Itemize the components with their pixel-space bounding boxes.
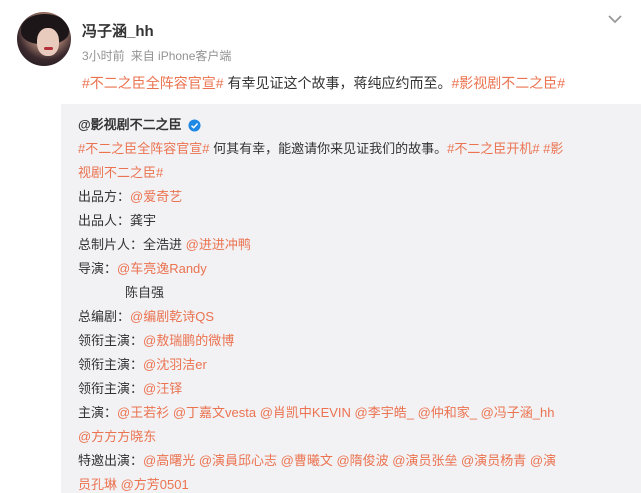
hashtag-link[interactable]: #影 <box>540 141 563 156</box>
credit-line: 导演：@车亮逸Randy <box>78 257 634 281</box>
credit-line: 出品方：@爱奇艺 <box>78 185 634 209</box>
guest-label: 特邀出演： <box>78 453 144 468</box>
mention-link[interactable]: @沈羽洁er <box>143 357 207 372</box>
mention-link[interactable]: @敖瑞鹏的微博 <box>143 333 234 348</box>
credit-label: 出品方： <box>78 189 131 204</box>
credit-label: 领衔主演： <box>78 357 144 372</box>
guest-line: 特邀出演：@高曙光 @演員邱心志 @曹曦文 @隋俊波 @演员张垒 @演员杨青 @… <box>78 449 634 473</box>
credit-plain: 陈自强 <box>125 285 165 300</box>
post-source[interactable]: 来自 iPhone客户端 <box>131 49 232 63</box>
post-time[interactable]: 3小时前 <box>82 49 125 63</box>
cast-line: @方方方晓东 <box>78 425 634 449</box>
post-meta: 3小时前 来自 iPhone客户端 <box>82 47 237 64</box>
cast-label: 主演： <box>78 405 118 420</box>
post-header: 冯子涵_hh 3小时前 来自 iPhone客户端 #不二之臣全阵容官宣# 有幸见证… <box>0 0 641 104</box>
hashtag-link[interactable]: 视剧不二之臣# <box>78 165 163 180</box>
mention-link[interactable]: @高曙光 @演員邱心志 @曹曦文 @隋俊波 @演员张垒 @演员杨青 @演 <box>143 453 556 468</box>
credit-line: 领衔主演：@沈羽洁er <box>78 353 634 377</box>
credit-line: 领衔主演：@敖瑞鹏的微博 <box>78 329 634 353</box>
guest-line: 员孔琳 @方芳0501 <box>78 473 634 493</box>
post-text-plain: 有幸见证这个故事，蒋纯应约而至。 <box>223 75 452 91</box>
hashtag-link[interactable]: #不二之臣全阵容官宣# <box>82 75 224 91</box>
mention-link[interactable]: 员孔琳 @方芳0501 <box>78 477 189 492</box>
credit-line: 领衔主演：@汪铎 <box>78 377 634 401</box>
hashtag-link[interactable]: #不二之臣全阵容官宣# <box>78 141 209 156</box>
credit-label: 出品人： <box>78 213 131 228</box>
credit-label: 总编剧： <box>78 309 131 324</box>
mention-link[interactable]: @王若衫 @丁嘉文vesta @肖凯中KEVIN @李宇皓_ @仲和家_ @冯子… <box>117 405 554 420</box>
credit-label: 总制片人： <box>78 237 144 252</box>
avatar-face <box>37 28 59 56</box>
chevron-down-icon[interactable] <box>605 12 625 28</box>
repost-text-line: #不二之臣全阵容官宣# 何其有幸，能邀请你来见证我们的故事。#不二之臣开机# #… <box>78 137 634 161</box>
credit-line: 总编剧：@编剧乾诗QS <box>78 305 634 329</box>
repost-card: @影视剧不二之臣 #不二之臣全阵容官宣# 何其有幸，能邀请你来见证我们的故事。#… <box>61 104 641 493</box>
mention-link[interactable]: @车亮逸Randy <box>117 261 207 276</box>
username[interactable]: 冯子涵_hh <box>82 20 154 41</box>
hashtag-link[interactable]: #不二之臣开机# <box>447 141 539 156</box>
credit-line: 陈自强 <box>78 281 634 305</box>
mention-link[interactable]: @爱奇艺 <box>130 189 182 204</box>
repost-author[interactable]: @影视剧不二之臣 <box>78 113 182 137</box>
mention-link[interactable]: @编剧乾诗QS <box>130 309 214 324</box>
mention-link[interactable]: @方方方晓东 <box>78 429 156 444</box>
avatar[interactable] <box>17 12 71 66</box>
credit-label: 导演： <box>78 261 118 276</box>
credit-label: 领衔主演： <box>78 333 144 348</box>
hashtag-link[interactable]: #影视剧不二之臣# <box>451 75 565 91</box>
verified-icon <box>188 118 201 132</box>
credit-line: 总制片人：全浩进 @进进冲鸭 <box>78 233 634 257</box>
mention-link[interactable]: @进进冲鸭 <box>186 237 251 252</box>
repost-text-plain: 何其有幸，能邀请你来见证我们的故事。 <box>209 141 448 156</box>
repost-author-row: @影视剧不二之臣 <box>78 113 634 137</box>
mention-link[interactable]: @汪铎 <box>143 381 182 396</box>
credit-plain: 龚宇 <box>130 213 157 228</box>
post-text: #不二之臣全阵容官宣# 有幸见证这个故事，蒋纯应约而至。#影视剧不二之臣# <box>82 73 565 93</box>
credit-line: 出品人：龚宇 <box>78 209 634 233</box>
repost-text-line: 视剧不二之臣# <box>78 161 634 185</box>
avatar-lips <box>44 47 53 50</box>
credit-plain: 全浩进 <box>143 237 186 252</box>
cast-line: 主演：@王若衫 @丁嘉文vesta @肖凯中KEVIN @李宇皓_ @仲和家_ … <box>78 401 634 425</box>
credit-label: 领衔主演： <box>78 381 144 396</box>
repost-content: @影视剧不二之臣 #不二之臣全阵容官宣# 何其有幸，能邀请你来见证我们的故事。#… <box>78 113 634 493</box>
